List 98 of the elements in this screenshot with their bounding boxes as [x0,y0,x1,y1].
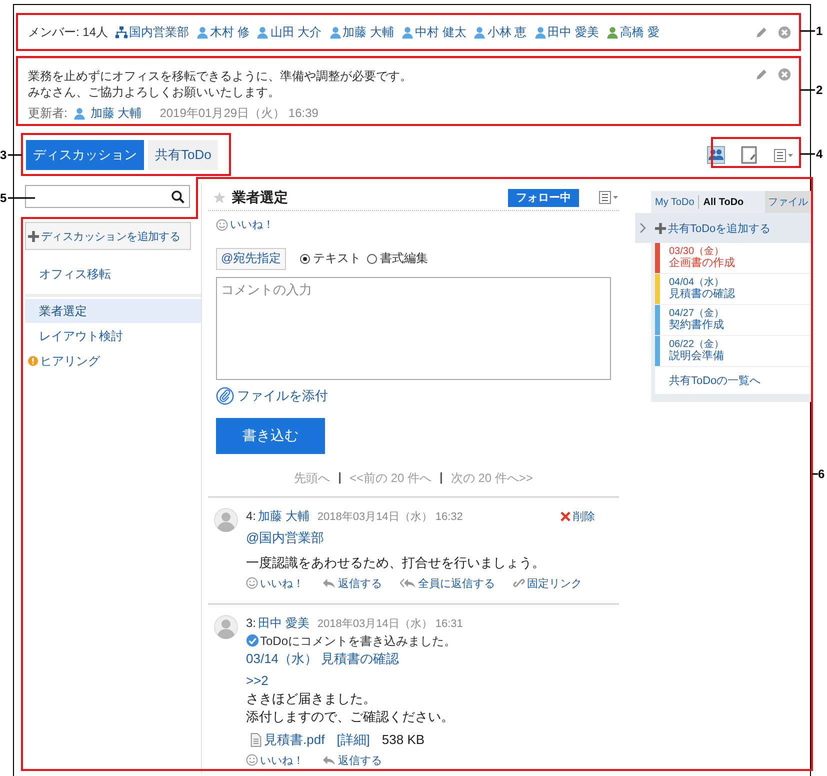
delete-icon [559,510,572,522]
quote-link[interactable]: >>2 [246,672,268,688]
member-link[interactable]: 国内営業部 [115,24,190,41]
tab[interactable]: 共有ToDo [148,140,218,170]
reply-link[interactable]: 返信する [322,752,382,768]
member-link[interactable]: 小林 恵 [473,24,527,41]
menu-icon[interactable] [774,148,794,162]
thread-title: 業者選定 [232,188,289,206]
tab[interactable]: ディスカッション [26,140,144,170]
mention-link[interactable]: @国内営業部 [246,530,324,544]
follow-button[interactable]: フォロー中 [508,188,579,206]
mention-button[interactable]: @宛先指定 [216,248,286,270]
discussion-item[interactable]: ヒアリング [25,349,201,373]
separator: | [338,470,342,486]
member-count: メンバー: 14人 [28,24,108,41]
member-link[interactable]: 中村 健太 [401,24,466,41]
comment-date: 2018年03月14日（水） 16:31 [317,616,464,630]
comment-text: 一度認識をあわせるため、打合せを行いましょう。 [246,554,546,572]
avatar-icon [214,508,238,532]
plus-icon [28,230,39,242]
alert-icon [28,356,38,366]
pencil-icon [755,68,768,81]
discussion-item[interactable]: オフィス移転 [25,262,201,286]
updated-date: 2019年01月29日（火） 16:39 [160,105,318,122]
avatar-icon [214,614,238,638]
description-text: みなさん、ご協力よろしくお願いいたします。 [28,84,281,100]
tab[interactable]: ファイル [765,191,811,213]
radio-button[interactable] [300,254,310,264]
close-icon [778,26,791,39]
radio-button[interactable] [367,254,378,264]
reply-all-icon [400,577,416,589]
link-icon [513,577,525,589]
comment-date: 2018年03月14日（水） 16:32 [317,510,464,524]
note-icon[interactable] [741,146,758,164]
comment-number: 3: [246,616,256,630]
user-link[interactable]: 加藤 大輔 [73,105,142,122]
check-icon [246,634,259,647]
member-link[interactable]: 山田 大介 [256,24,322,41]
callout-number: 4 [816,147,823,161]
todo-item[interactable]: 03/30（金） 企画書の作成 [660,243,735,273]
like-link[interactable]: いいね！ [246,576,304,590]
close-icon [778,68,791,81]
pencil-icon [755,26,768,39]
attach-file-link[interactable]: ファイルを添付 [216,386,328,404]
callout-number: 5 [0,191,7,205]
delete-link[interactable]: 削除 [559,508,595,524]
radio-label: 書式編集 [380,250,428,267]
notice-text: ToDoにコメントを書き込みました。 [260,632,456,650]
comment-field[interactable]: コメントの入力 [216,276,611,380]
reply-link[interactable]: 返信する [322,576,382,590]
permalink[interactable]: 固定リンク [513,576,582,590]
updater-label: 更新者: [28,105,68,122]
member-link[interactable]: 高橋 愛 [606,24,660,41]
details-link[interactable]: [詳細] [336,730,370,748]
discussion-item[interactable]: 業者選定 [25,299,201,323]
like-link[interactable]: いいね！ [216,217,274,232]
post-button[interactable]: 書き込む [216,418,325,454]
reply-icon [322,754,336,766]
callout-number: 6 [818,467,825,481]
member-link[interactable]: 加藤 大輔 [328,24,394,41]
author-link[interactable]: 田中 愛美 [258,614,310,632]
radio-label: テキスト [313,250,362,267]
reply-link[interactable]: 全員に返信する [400,576,495,590]
todo-item[interactable]: 06/22（金） 説明会準備 [660,336,724,366]
reply-icon [322,577,336,589]
search-field[interactable] [25,185,190,208]
chevron-icon [639,222,647,234]
smiley-icon [246,577,258,589]
description-text: 業務を止めずにオフィスを移転できるように、準備や調整が必要です。 [28,68,413,84]
add-discussion-button[interactable]: ディスカッションを追加する [25,222,191,250]
search-icon [171,190,185,204]
filter-tab[interactable]: All ToDo [698,195,748,209]
filter-tab[interactable]: My ToDo [651,191,698,213]
file-link[interactable]: 見積書.pdf [250,730,325,748]
document-icon [250,732,262,746]
author-link[interactable]: 加藤 大輔 [258,508,310,524]
comment-text: 添付しますので、ご確認ください。 [246,708,455,726]
callout-number: 3 [0,148,7,162]
member-link[interactable]: 田中 愛美 [534,24,600,41]
todo-item[interactable]: 04/04（水） 見積書の確認 [660,274,735,304]
discussion-item[interactable]: レイアウト検討 [25,324,201,348]
separator: | [440,470,443,486]
plus-icon [655,222,666,234]
callout-number: 1 [816,24,823,38]
paperclip-icon [216,386,234,404]
smiley-icon [216,218,228,230]
member-link[interactable]: 木村 修 [196,24,250,41]
file-size: 538 KB [382,732,425,747]
user-icon [73,107,86,120]
todo-list-link[interactable]: 共有ToDoの一覧へ [655,367,811,394]
like-link[interactable]: いいね！ [246,752,304,768]
callout-number: 2 [816,83,823,97]
todo-item[interactable]: 04/27（金） 契約書作成 [660,305,724,335]
todo-title-link[interactable]: 03/14（水） 見積書の確認 [246,650,400,666]
smiley-icon [246,754,258,766]
comment-number: 4: [246,509,256,523]
comment-text: さきほど届きました。 [246,690,377,708]
menu-icon[interactable] [599,191,619,204]
